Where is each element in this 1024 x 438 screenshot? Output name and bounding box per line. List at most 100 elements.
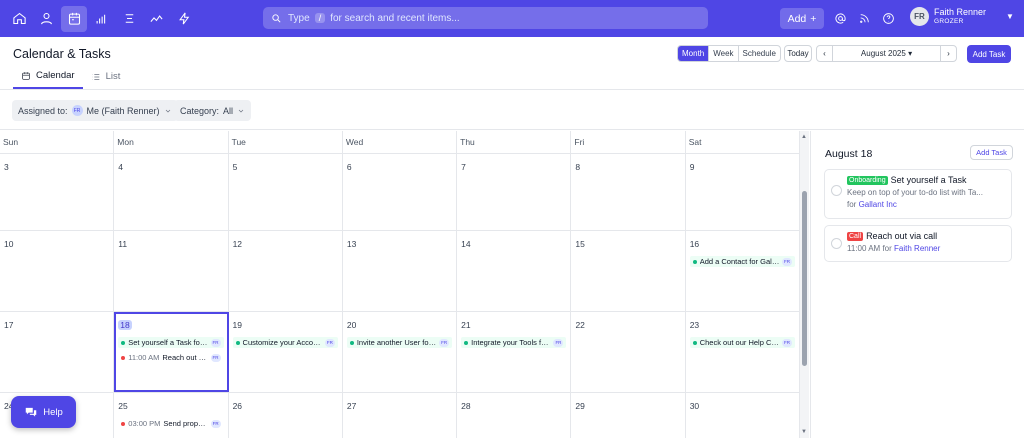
calendar-event[interactable]: Check out our Help Cen... FR [689, 337, 795, 348]
day-number: 22 [575, 320, 585, 330]
task-card[interactable]: Onboarding Set yourself a Task Keep on to… [824, 169, 1012, 219]
schedule-view-button[interactable]: Schedule [739, 46, 780, 61]
help-circle-icon[interactable] [880, 10, 896, 26]
help-button[interactable]: Help [11, 396, 76, 428]
calendar-scrollbar[interactable]: ▲ ▼ [800, 131, 809, 438]
rss-icon[interactable] [856, 10, 872, 26]
task-description: Keep on top of your to-do list with Ta..… [847, 188, 983, 197]
day-cell[interactable]: 21 Integrate your Tools for ... FR [457, 312, 572, 392]
day-cell[interactable]: 15 [571, 231, 686, 311]
day-cell[interactable]: 29 [571, 393, 686, 438]
day-cell[interactable]: 20 Invite another User for ... FR [343, 312, 458, 392]
calendar-event[interactable]: 03:00 PM Send propos... FR [118, 418, 223, 429]
day-cell-today[interactable]: 18 Set yourself a Task for ... FR 11:00 A… [114, 312, 229, 392]
day-cell[interactable]: 10 [0, 231, 115, 311]
month-picker[interactable]: August 2025 ▾ [833, 49, 940, 58]
day-number: 15 [575, 239, 585, 249]
scroll-up-icon[interactable]: ▲ [801, 134, 807, 140]
day-cell[interactable]: 16 Add a Contact for Galla... FR [686, 231, 800, 311]
weekday-label: Sat [686, 131, 800, 153]
for-label: for [847, 200, 857, 209]
add-task-button[interactable]: Add Task [967, 45, 1011, 63]
assigned-filter[interactable]: Assigned to: FR Me (Faith Renner) [12, 100, 178, 121]
list-icon[interactable] [116, 6, 142, 32]
calendar-event[interactable]: Set yourself a Task for ... FR [118, 337, 224, 348]
main-nav [6, 5, 199, 32]
analytics-icon[interactable] [144, 6, 170, 32]
day-cell[interactable]: 12 [229, 231, 343, 311]
calendar-event[interactable]: 11:00 AMReach out via ...FR [118, 352, 223, 363]
assignee-avatar: FR [210, 338, 221, 347]
prev-month-icon[interactable]: ‹ [817, 46, 833, 61]
event-title: Add a Contact for Galla... [699, 257, 780, 266]
sidebar-add-task-button[interactable]: Add Task [970, 145, 1013, 160]
day-cell[interactable]: 23 Check out our Help Cen... FR [686, 312, 800, 392]
calendar-event[interactable]: Integrate your Tools for ... FR [461, 337, 567, 348]
add-button[interactable]: Add + [780, 8, 824, 29]
day-cell[interactable]: 6 [343, 154, 458, 230]
status-dot [121, 355, 126, 360]
chevron-down-icon[interactable]: ▼ [1006, 12, 1014, 21]
task-checkbox[interactable] [831, 185, 842, 196]
tab-calendar[interactable]: Calendar [13, 70, 83, 89]
day-cell[interactable]: 13 [343, 231, 458, 311]
task-title: Reach out via call [866, 231, 938, 241]
day-cell[interactable]: 22 [571, 312, 686, 392]
week-view-button[interactable]: Week [709, 46, 739, 61]
calendar-event[interactable]: Add a Contact for Galla... FR [689, 256, 795, 267]
day-cell[interactable]: 19 Customize your Accoun... FR [229, 312, 343, 392]
day-cell[interactable]: 4 [114, 154, 229, 230]
page-title: Calendar & Tasks [13, 47, 111, 61]
user-name: Faith Renner [934, 6, 987, 17]
status-dot [121, 421, 126, 426]
status-dot [235, 340, 240, 345]
scroll-down-icon[interactable]: ▼ [801, 429, 807, 435]
day-number: 14 [461, 239, 471, 249]
day-cell[interactable]: 9 [686, 154, 800, 230]
status-dot [349, 340, 354, 345]
related-link[interactable]: Gallant Inc [859, 200, 897, 209]
search-input[interactable]: Type / for search and recent items... [263, 7, 708, 29]
day-number: 29 [575, 401, 585, 411]
day-cell[interactable]: 7 [457, 154, 572, 230]
day-cell[interactable]: 17 [0, 312, 115, 392]
assignee-avatar: FR [781, 257, 792, 266]
automation-icon[interactable] [171, 6, 197, 32]
task-card[interactable]: Call Reach out via call 11:00 AM for Fait… [824, 225, 1012, 262]
day-cell[interactable]: 14 [457, 231, 572, 311]
reports-icon[interactable] [89, 6, 115, 32]
user-menu[interactable]: FR Faith Renner GROZER [910, 7, 986, 26]
tab-list[interactable]: List [83, 70, 129, 89]
day-cell[interactable]: 8 [571, 154, 686, 230]
next-month-icon[interactable]: › [940, 46, 956, 61]
day-cell[interactable]: 30 [686, 393, 800, 438]
day-cell[interactable]: 26 [229, 393, 343, 438]
calendar-event[interactable]: Customize your Accoun... FR [232, 337, 338, 348]
today-button[interactable]: Today [784, 45, 812, 62]
assignee-avatar: FR [324, 338, 335, 347]
event-title: Set yourself a Task for ... [128, 338, 209, 347]
category-filter[interactable]: Category: All [174, 100, 252, 121]
day-cell[interactable]: 25 03:00 PM Send propos... FR [114, 393, 229, 438]
day-cell[interactable]: 11 [114, 231, 229, 311]
category-badge: Call [847, 231, 864, 241]
day-cell[interactable]: 27 [343, 393, 458, 438]
home-icon[interactable] [6, 6, 32, 32]
calendar-event[interactable]: Invite another User for ... FR [346, 337, 453, 348]
search-shortcut: / [314, 13, 326, 23]
task-checkbox[interactable] [831, 238, 842, 249]
day-cell[interactable]: 5 [229, 154, 343, 230]
day-number: 4 [118, 162, 124, 172]
contacts-icon[interactable] [34, 6, 60, 32]
related-link[interactable]: Faith Renner [894, 244, 940, 253]
calendar-icon[interactable] [61, 5, 87, 32]
month-view-button[interactable]: Month [678, 46, 710, 61]
mention-icon[interactable] [832, 10, 848, 26]
week-row: 3 4 5 6 7 8 9 [0, 154, 800, 231]
day-cell[interactable]: 3 [0, 154, 115, 230]
day-number: 30 [689, 401, 700, 411]
scrollbar-thumb[interactable] [802, 191, 807, 366]
assigned-value: Me (Faith Renner) [86, 105, 160, 116]
page-header: Calendar & Tasks Calendar List Month Wee… [0, 37, 1024, 90]
day-cell[interactable]: 28 [457, 393, 572, 438]
